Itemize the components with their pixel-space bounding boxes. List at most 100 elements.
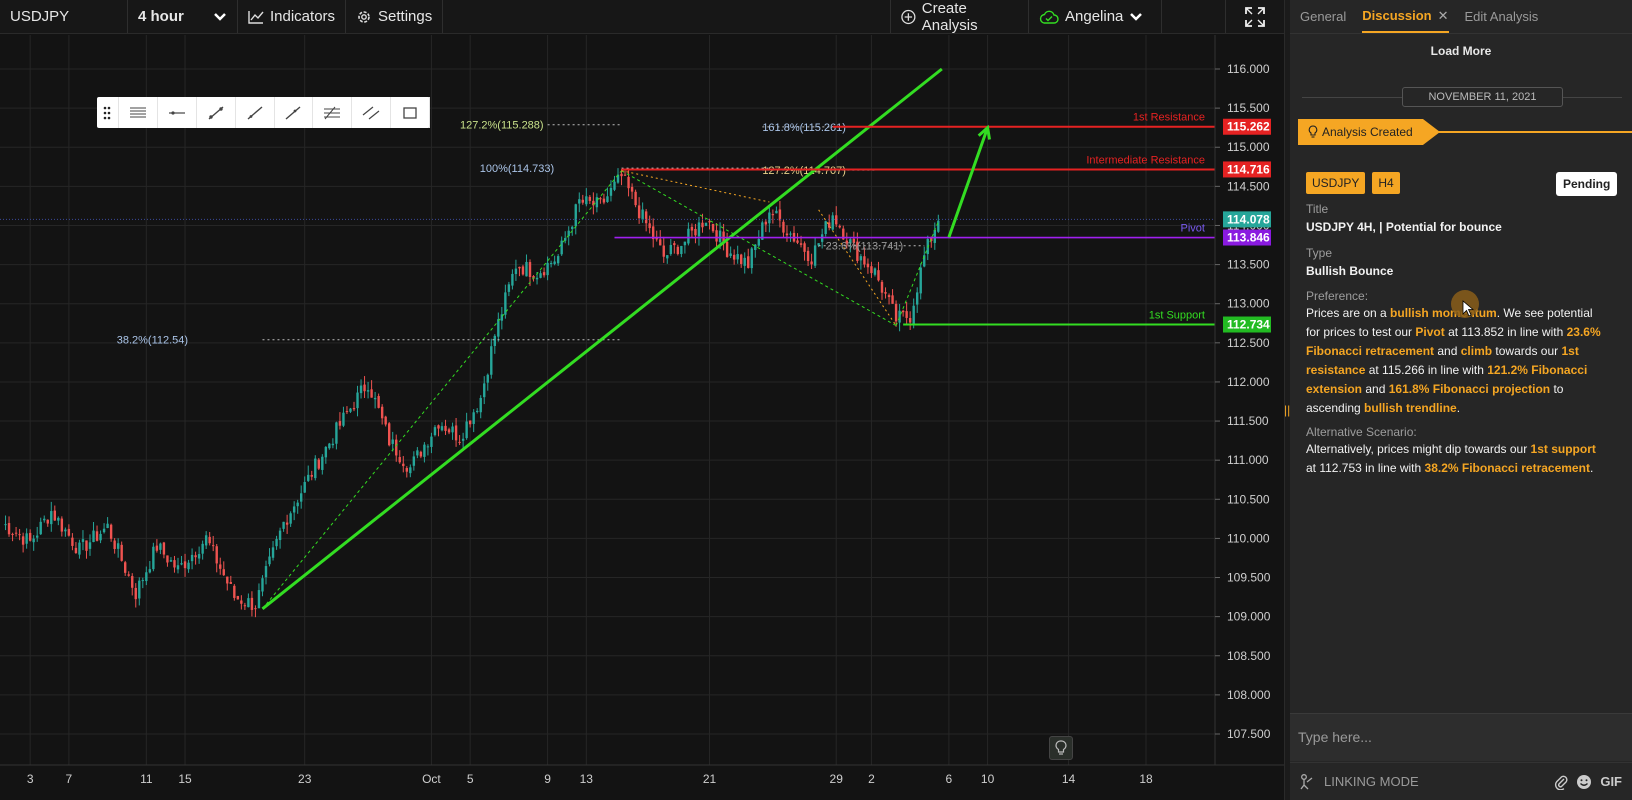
candle-body	[243, 605, 247, 607]
price-tick-label: 115.000	[1227, 140, 1270, 154]
candle-body	[113, 540, 116, 549]
candle-body	[71, 537, 74, 546]
candle-body	[148, 569, 152, 573]
horizontal-ray-icon[interactable]	[158, 97, 197, 128]
candle-body	[880, 281, 884, 293]
chart-canvas[interactable]: 127.2%(115.288) 161.8%(115.261) 100%(114.7…	[0, 35, 1284, 800]
candle-body	[215, 546, 218, 564]
candle-body	[764, 221, 768, 225]
timeframe-label: 4 hour	[138, 8, 184, 25]
candle-body	[729, 253, 732, 256]
candle-body	[768, 212, 771, 224]
cloud-check-icon	[1039, 10, 1059, 24]
level-name-label: 1st Resistance	[1133, 112, 1205, 124]
emoji-icon[interactable]	[1576, 774, 1592, 790]
candle-body	[585, 196, 588, 205]
candle-body	[88, 542, 92, 549]
candle-body	[292, 506, 296, 513]
candle-body	[838, 225, 841, 228]
price-tick-label: 110.500	[1227, 492, 1270, 506]
candle-body	[321, 456, 324, 470]
candle-body	[831, 215, 834, 230]
candle-body	[514, 268, 518, 275]
candle-body	[102, 528, 106, 533]
create-analysis-button[interactable]: Create Analysis	[891, 0, 1029, 34]
lightbulb-icon	[1055, 740, 1067, 755]
indicators-button[interactable]: Indicators	[238, 0, 347, 33]
candle-body	[578, 199, 581, 204]
preference-text: Prices are on a bullish momentum. We see…	[1306, 306, 1601, 415]
candle-body	[127, 574, 130, 576]
linking-mode-label[interactable]: LINKING MODE	[1324, 774, 1419, 789]
fullscreen-button[interactable]	[1226, 0, 1284, 33]
fullscreen-icon	[1245, 6, 1265, 27]
grip-icon[interactable]	[97, 97, 119, 128]
candle-body	[398, 457, 401, 463]
candle-body	[539, 273, 542, 278]
candle-body	[345, 411, 349, 413]
candle-body	[599, 198, 602, 200]
settings-button[interactable]: Settings	[346, 0, 444, 33]
candle-body	[7, 523, 11, 535]
candle-body	[173, 560, 176, 568]
candle-body	[785, 233, 789, 236]
composer-footer: LINKING MODE GIF	[1290, 762, 1632, 800]
tab-edit-analysis[interactable]: Edit Analysis	[1465, 9, 1539, 33]
horizontal-lines-icon[interactable]	[119, 97, 158, 128]
fib-label: 23.6%(113.741)	[826, 241, 903, 253]
rectangle-icon[interactable]	[391, 97, 431, 128]
candle-body	[338, 421, 342, 426]
candle-body	[609, 187, 613, 196]
candle-body	[409, 467, 412, 474]
line-icon[interactable]	[236, 97, 275, 128]
candle-body	[817, 243, 820, 246]
candle-body	[919, 267, 922, 294]
candle-body	[187, 562, 190, 570]
candle-body	[620, 173, 623, 177]
candle-body	[782, 221, 785, 233]
price-chart[interactable]: 127.2%(115.288) 161.8%(115.261) 100%(114.7…	[0, 35, 1284, 800]
timeframe-dropdown[interactable]: 4 hour	[128, 0, 238, 33]
price-tick-label: 115.500	[1227, 101, 1270, 115]
candle-body	[370, 389, 373, 398]
tab-general[interactable]: General	[1300, 9, 1346, 33]
symbol-selector[interactable]: USDJPY	[0, 0, 128, 33]
tab-discussion[interactable]: Discussion ✕	[1362, 8, 1449, 33]
linking-mode-icon[interactable]	[1298, 773, 1316, 791]
candle-body	[359, 385, 363, 394]
level-name-label: Pivot	[1181, 223, 1205, 235]
load-more-button[interactable]: Load More	[1290, 44, 1632, 58]
candle-body	[152, 546, 155, 570]
candle-body	[884, 292, 887, 294]
fib-retracement-icon[interactable]	[313, 97, 353, 128]
candle-body	[637, 205, 641, 219]
analysis-created-tag: Analysis Created	[1298, 119, 1440, 145]
date-divider: NOVEMBER 11, 2021	[1302, 87, 1622, 107]
candle-body	[391, 439, 394, 444]
candle-body	[402, 463, 405, 467]
candle-body	[388, 423, 391, 446]
idea-button[interactable]	[1049, 736, 1073, 760]
parallel-channel-icon[interactable]	[352, 97, 392, 128]
candle-body	[134, 587, 137, 600]
message-input[interactable]	[1298, 722, 1618, 752]
close-icon[interactable]: ✕	[1438, 8, 1449, 23]
chart-background	[0, 35, 1284, 800]
price-tick-label: 111.000	[1227, 453, 1269, 467]
price-tick-label: 110.000	[1227, 531, 1270, 545]
candle-body	[282, 521, 285, 529]
candle-body	[789, 233, 792, 235]
candle-body	[725, 241, 729, 257]
trend-line-icon[interactable]	[197, 97, 236, 128]
price-tick-label: 111.500	[1227, 414, 1269, 428]
candle-body	[405, 468, 408, 472]
gif-button[interactable]: GIF	[1600, 774, 1622, 789]
account-dropdown[interactable]: Angelina	[1029, 0, 1162, 33]
candle-body	[141, 580, 144, 582]
candle-body	[518, 266, 521, 269]
ray-icon[interactable]	[275, 97, 314, 128]
candle-body	[331, 443, 335, 446]
candle-body	[236, 595, 240, 600]
attachment-icon[interactable]	[1554, 774, 1568, 790]
candle-body	[799, 243, 803, 245]
